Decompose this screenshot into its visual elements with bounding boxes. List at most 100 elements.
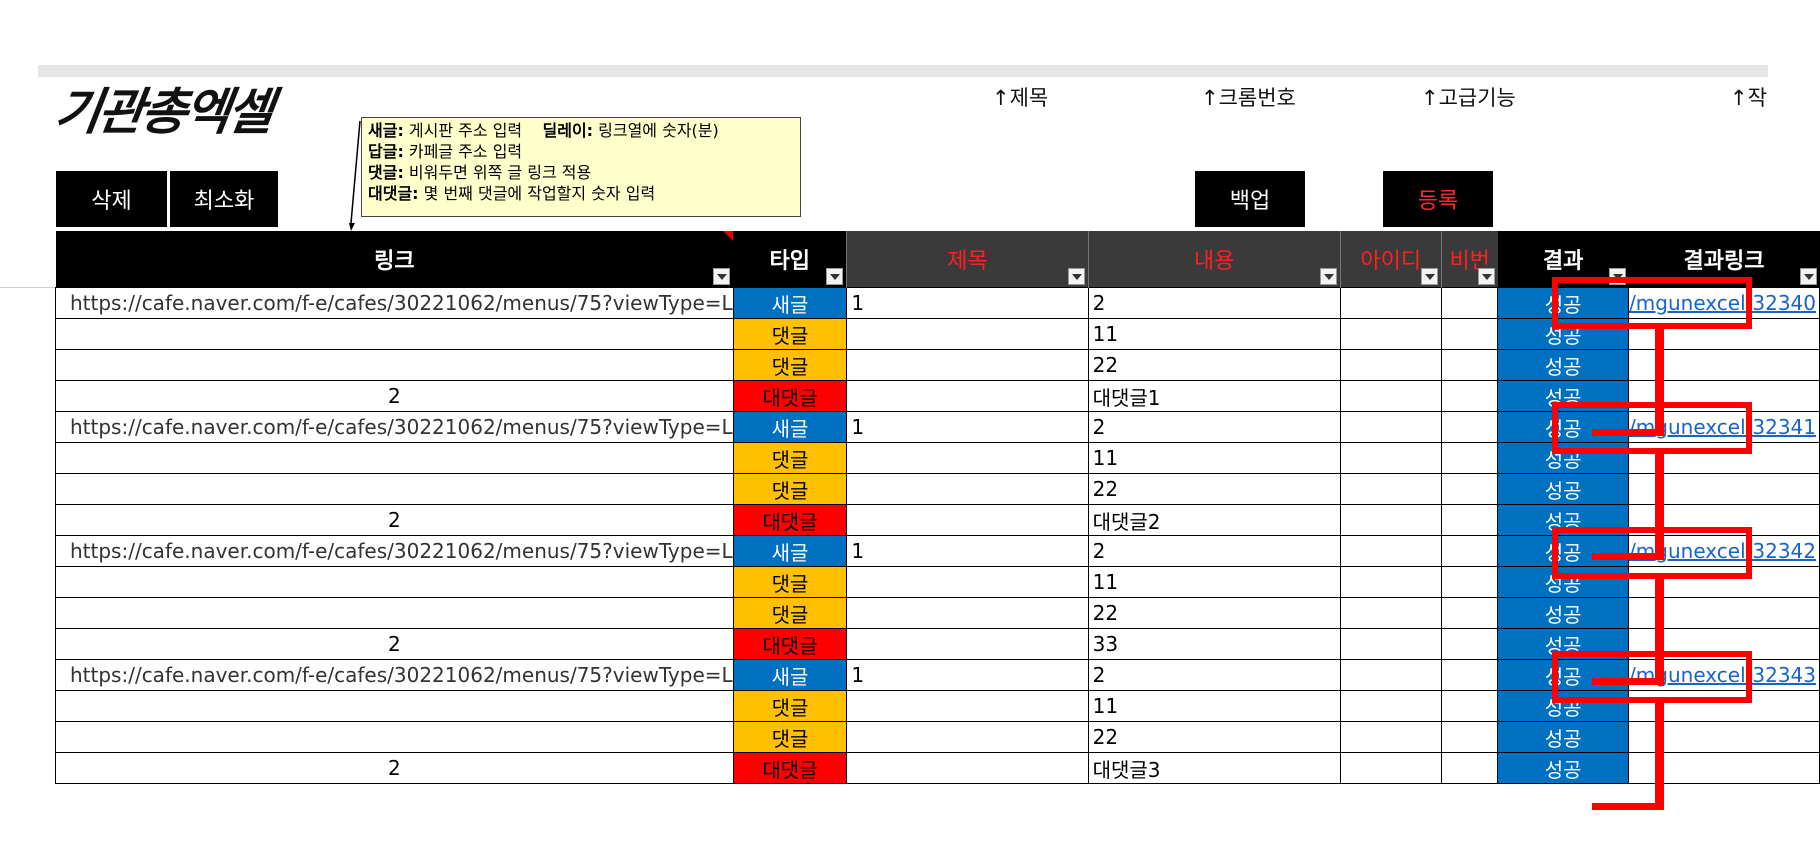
- filter-dropdown-icon[interactable]: [1420, 268, 1438, 285]
- col-header-content[interactable]: 내용: [1087, 231, 1341, 288]
- cell-link[interactable]: [55, 566, 734, 598]
- cell-title[interactable]: [846, 566, 1089, 598]
- cell-type[interactable]: 댓글: [732, 442, 848, 474]
- cell-link[interactable]: https://cafe.naver.com/f-e/cafes/3022106…: [55, 659, 734, 691]
- cell-title[interactable]: [846, 752, 1089, 784]
- cell-id[interactable]: [1339, 349, 1442, 381]
- cell-password[interactable]: [1440, 318, 1499, 350]
- cell-id[interactable]: [1339, 411, 1442, 443]
- filter-dropdown-icon[interactable]: [1799, 268, 1817, 285]
- cell-content[interactable]: 대댓글1: [1087, 380, 1341, 412]
- cell-id[interactable]: [1339, 287, 1442, 319]
- cell-type[interactable]: 새글: [732, 411, 848, 443]
- cell-content[interactable]: 22: [1087, 721, 1341, 753]
- cell-type[interactable]: 댓글: [732, 690, 848, 722]
- cell-content[interactable]: 11: [1087, 442, 1341, 474]
- cell-id[interactable]: [1339, 380, 1442, 412]
- cell-id[interactable]: [1339, 535, 1442, 567]
- cell-title[interactable]: [846, 349, 1089, 381]
- cell-password[interactable]: [1440, 566, 1499, 598]
- filter-dropdown-icon[interactable]: [1319, 268, 1337, 285]
- cell-password[interactable]: [1440, 380, 1499, 412]
- cell-link[interactable]: [55, 690, 734, 722]
- cell-title[interactable]: [846, 380, 1089, 412]
- cell-result[interactable]: 성공: [1497, 752, 1630, 784]
- cell-id[interactable]: [1339, 442, 1442, 474]
- cell-title[interactable]: [846, 690, 1089, 722]
- cell-link[interactable]: 2: [55, 380, 734, 412]
- cell-type[interactable]: 댓글: [732, 349, 848, 381]
- cell-link[interactable]: [55, 442, 734, 474]
- cell-title[interactable]: 1: [846, 287, 1089, 319]
- filter-dropdown-icon[interactable]: [826, 268, 844, 285]
- cell-type[interactable]: 새글: [732, 659, 848, 691]
- cell-link[interactable]: [55, 473, 734, 505]
- filter-dropdown-icon[interactable]: [713, 268, 731, 285]
- cell-type[interactable]: 댓글: [732, 721, 848, 753]
- minimize-button[interactable]: 최소화: [170, 171, 278, 227]
- cell-link[interactable]: [55, 349, 734, 381]
- cell-type[interactable]: 댓글: [732, 566, 848, 598]
- cell-content[interactable]: 대댓글3: [1087, 752, 1341, 784]
- cell-title[interactable]: [846, 628, 1089, 660]
- cell-content[interactable]: 11: [1087, 566, 1341, 598]
- cell-password[interactable]: [1440, 349, 1499, 381]
- cell-link[interactable]: [55, 597, 734, 629]
- cell-id[interactable]: [1339, 318, 1442, 350]
- cell-password[interactable]: [1440, 442, 1499, 474]
- cell-content[interactable]: 2: [1087, 287, 1341, 319]
- cell-content[interactable]: 22: [1087, 349, 1341, 381]
- cell-link[interactable]: 2: [55, 628, 734, 660]
- cell-content[interactable]: 22: [1087, 473, 1341, 505]
- cell-password[interactable]: [1440, 287, 1499, 319]
- cell-password[interactable]: [1440, 752, 1499, 784]
- cell-title[interactable]: [846, 473, 1089, 505]
- cell-title[interactable]: 1: [846, 659, 1089, 691]
- cell-password[interactable]: [1440, 411, 1499, 443]
- cell-type[interactable]: 대댓글: [732, 752, 848, 784]
- cell-id[interactable]: [1339, 566, 1442, 598]
- cell-password[interactable]: [1440, 690, 1499, 722]
- cell-title[interactable]: [846, 504, 1089, 536]
- cell-type[interactable]: 새글: [732, 535, 848, 567]
- cell-type[interactable]: 대댓글: [732, 628, 848, 660]
- cell-title[interactable]: [846, 597, 1089, 629]
- register-button[interactable]: 등록: [1383, 171, 1493, 227]
- col-header-type[interactable]: 타입: [733, 231, 847, 288]
- col-header-link[interactable]: 링크: [55, 231, 734, 288]
- cell-link[interactable]: 2: [55, 504, 734, 536]
- cell-link[interactable]: https://cafe.naver.com/f-e/cafes/3022106…: [55, 535, 734, 567]
- cell-type[interactable]: 대댓글: [732, 380, 848, 412]
- cell-password[interactable]: [1440, 628, 1499, 660]
- cell-id[interactable]: [1339, 721, 1442, 753]
- cell-id[interactable]: [1339, 473, 1442, 505]
- col-header-password[interactable]: 비번: [1440, 231, 1498, 288]
- cell-content[interactable]: 2: [1087, 411, 1341, 443]
- cell-type[interactable]: 댓글: [732, 473, 848, 505]
- cell-id[interactable]: [1339, 659, 1442, 691]
- cell-password[interactable]: [1440, 535, 1499, 567]
- cell-title[interactable]: 1: [846, 535, 1089, 567]
- cell-link[interactable]: 2: [55, 752, 734, 784]
- cell-password[interactable]: [1440, 659, 1499, 691]
- cell-id[interactable]: [1339, 628, 1442, 660]
- cell-type[interactable]: 대댓글: [732, 504, 848, 536]
- cell-id[interactable]: [1339, 690, 1442, 722]
- cell-title[interactable]: [846, 442, 1089, 474]
- cell-password[interactable]: [1440, 473, 1499, 505]
- cell-type[interactable]: 댓글: [732, 597, 848, 629]
- cell-link[interactable]: [55, 318, 734, 350]
- filter-dropdown-icon[interactable]: [1067, 268, 1085, 285]
- cell-link[interactable]: https://cafe.naver.com/f-e/cafes/3022106…: [55, 411, 734, 443]
- cell-content[interactable]: 2: [1087, 659, 1341, 691]
- cell-content[interactable]: 22: [1087, 597, 1341, 629]
- cell-password[interactable]: [1440, 597, 1499, 629]
- cell-content[interactable]: 11: [1087, 690, 1341, 722]
- cell-id[interactable]: [1339, 504, 1442, 536]
- cell-link[interactable]: [55, 721, 734, 753]
- backup-button[interactable]: 백업: [1195, 171, 1305, 227]
- cell-result[interactable]: 성공: [1497, 721, 1630, 753]
- cell-content[interactable]: 11: [1087, 318, 1341, 350]
- cell-result[interactable]: 성공: [1497, 473, 1630, 505]
- col-header-id[interactable]: 아이디: [1339, 231, 1442, 288]
